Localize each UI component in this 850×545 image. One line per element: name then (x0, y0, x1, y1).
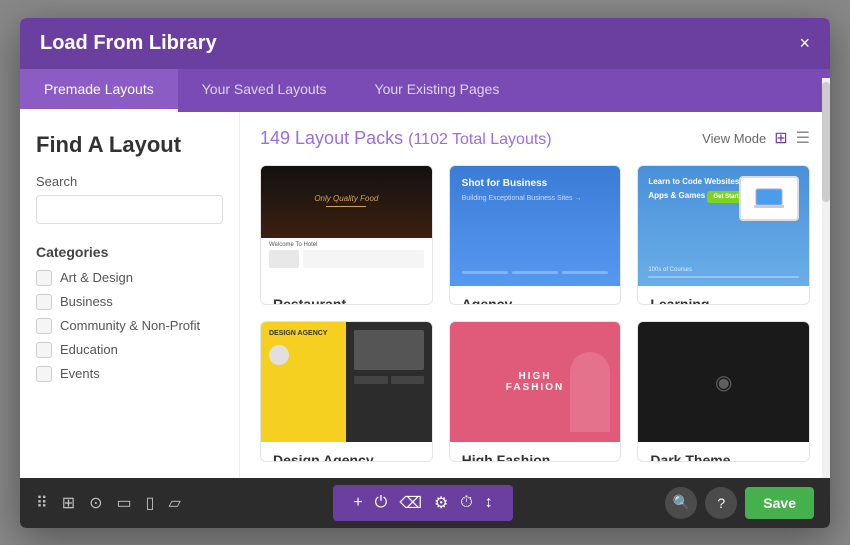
sidebar-title: Find A Layout (36, 132, 223, 158)
card-name-fashion: High Fashion (462, 452, 609, 462)
cards-grid: Only Quality Food Welcome To Hotel (260, 165, 810, 462)
card-info-lms: Learning Management (LMS) Layout Pack (638, 286, 809, 306)
toolbar-right: 🔍 ? Save (665, 487, 814, 519)
modal-close-button[interactable]: × (799, 34, 810, 52)
toolbar-left: ⠿ ⊞ ⊙ ▭ ▯ ▱ (36, 493, 181, 513)
card-name-restaurant: Restaurant (273, 296, 420, 306)
card-thumbnail-lms: Learn to Code Websites,Apps & Games Get … (638, 166, 809, 286)
card-thumbnail-design: DESIGN AGENCY (261, 322, 432, 442)
save-button[interactable]: Save (745, 487, 814, 519)
category-checkbox-business[interactable] (36, 294, 52, 310)
content-header: 149 Layout Packs (1102 Total Layouts) Vi… (260, 128, 810, 149)
search-button[interactable]: 🔍 (665, 487, 697, 519)
card-thumbnail-restaurant: Only Quality Food Welcome To Hotel (261, 166, 432, 286)
card-name-lms: Learning Management (LMS) (650, 296, 797, 306)
search-input[interactable] (36, 195, 223, 224)
modal: Load From Library × Premade Layouts Your… (20, 18, 830, 528)
card-info-restaurant: Restaurant Layout Pack (261, 286, 432, 306)
total-layouts: (1102 Total Layouts) (408, 131, 552, 148)
drag-handle-icon[interactable]: ⠿ (36, 493, 48, 513)
card-name-agency: Agency (462, 296, 609, 306)
card-info-agency: Agency Layout Pack (450, 286, 621, 306)
trash-icon[interactable]: ⌫ (399, 493, 422, 513)
category-label-events: Events (60, 366, 100, 381)
layout-count: 149 Layout Packs (1102 Total Layouts) (260, 128, 552, 149)
category-checkbox-education[interactable] (36, 342, 52, 358)
history-icon[interactable]: ⏱ (460, 494, 472, 512)
scroll-thumb[interactable] (822, 112, 830, 202)
card-restaurant[interactable]: Only Quality Food Welcome To Hotel (260, 165, 433, 306)
card-design-agency[interactable]: DESIGN AGENCY Design Agency (260, 321, 433, 462)
scroll-bar[interactable] (822, 112, 830, 478)
mobile-icon[interactable]: ▱ (168, 493, 180, 513)
category-checkbox-art[interactable] (36, 270, 52, 286)
card-thumbnail-agency: Shot for Business Building Exceptional B… (450, 166, 621, 286)
sidebar: Find A Layout Search Categories Art & De… (20, 112, 240, 478)
power-icon[interactable]: ⏻ (375, 494, 388, 512)
card-fashion[interactable]: HIGH FASHION High Fashion Layout Pack (449, 321, 622, 462)
add-icon[interactable]: + (353, 494, 362, 512)
tablet-icon[interactable]: ▯ (146, 493, 155, 513)
category-item-art[interactable]: Art & Design (36, 270, 223, 286)
modal-body: Find A Layout Search Categories Art & De… (20, 112, 830, 478)
card-name-design: Design Agency (273, 452, 420, 462)
card-thumbnail-fashion: HIGH FASHION (450, 322, 621, 442)
tab-bar: Premade Layouts Your Saved Layouts Your … (20, 69, 830, 112)
category-checkbox-community[interactable] (36, 318, 52, 334)
tab-existing-pages[interactable]: Your Existing Pages (351, 69, 524, 112)
card-info-dark: Dark Theme Layout Pack (638, 442, 809, 462)
bottom-toolbar: ⠿ ⊞ ⊙ ▭ ▯ ▱ + ⏻ ⌫ ⚙ ⏱ ↕ 🔍 ? Save (20, 478, 830, 528)
card-thumbnail-dark: ◉ (638, 322, 809, 442)
resize-icon[interactable]: ↕ (485, 494, 493, 512)
tab-saved-layouts[interactable]: Your Saved Layouts (178, 69, 351, 112)
category-checkbox-events[interactable] (36, 366, 52, 382)
main-content: 149 Layout Packs (1102 Total Layouts) Vi… (240, 112, 830, 478)
category-label-community: Community & Non-Profit (60, 318, 200, 333)
search-icon[interactable]: ⊙ (89, 493, 102, 513)
categories-title: Categories (36, 244, 223, 260)
grid-icon[interactable]: ⊞ (62, 493, 75, 513)
list-view-icon[interactable]: ☰ (796, 128, 810, 148)
tab-premade[interactable]: Premade Layouts (20, 69, 178, 112)
grid-view-icon[interactable]: ⊞ (774, 128, 787, 148)
desktop-icon[interactable]: ▭ (117, 493, 132, 513)
category-label-education: Education (60, 342, 118, 357)
help-button[interactable]: ? (705, 487, 737, 519)
category-item-business[interactable]: Business (36, 294, 223, 310)
category-item-events[interactable]: Events (36, 366, 223, 382)
card-agency[interactable]: Shot for Business Building Exceptional B… (449, 165, 622, 306)
view-mode-controls: View Mode ⊞ ☰ (702, 128, 810, 148)
settings-icon[interactable]: ⚙ (434, 493, 448, 513)
card-lms[interactable]: Learn to Code Websites,Apps & Games Get … (637, 165, 810, 306)
view-mode-label: View Mode (702, 131, 766, 146)
category-label-art: Art & Design (60, 270, 133, 285)
card-name-dark: Dark Theme (650, 452, 797, 462)
toolbar-center: + ⏻ ⌫ ⚙ ⏱ ↕ (333, 485, 512, 521)
card-info-design: Design Agency Layout Pack (261, 442, 432, 462)
modal-title: Load From Library (40, 32, 217, 55)
card-info-fashion: High Fashion Layout Pack (450, 442, 621, 462)
modal-header: Load From Library × (20, 18, 830, 69)
category-item-community[interactable]: Community & Non-Profit (36, 318, 223, 334)
card-dark[interactable]: ◉ Dark Theme Layout Pack (637, 321, 810, 462)
search-label: Search (36, 174, 223, 189)
category-item-education[interactable]: Education (36, 342, 223, 358)
category-label-business: Business (60, 294, 113, 309)
